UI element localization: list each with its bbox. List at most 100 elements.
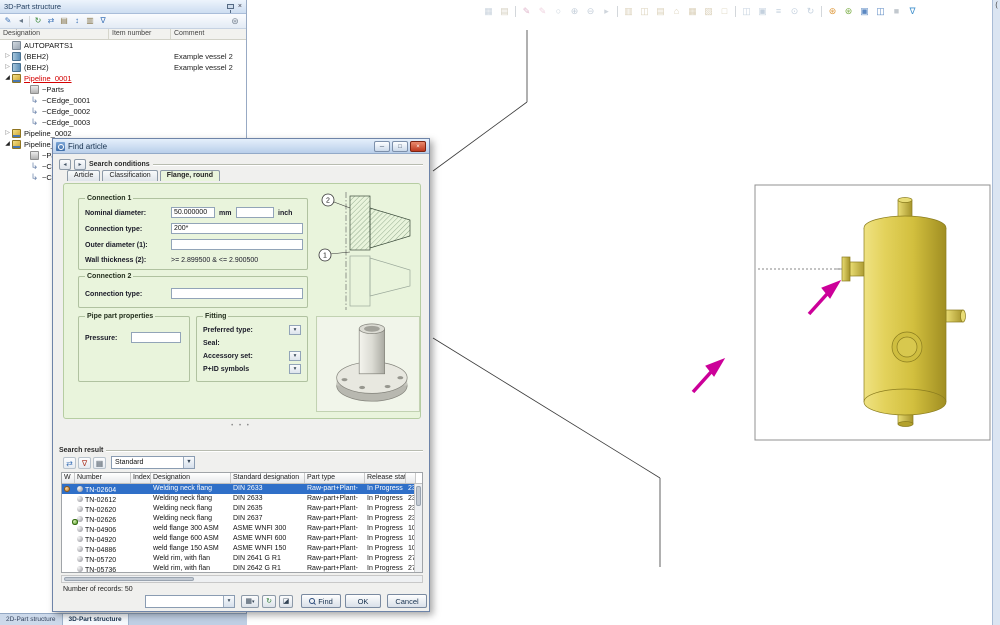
tab-3d-part-structure[interactable]: 3D-Part structure <box>63 614 129 625</box>
pressure-input[interactable] <box>131 332 181 343</box>
zoom-window-icon[interactable]: ○ <box>552 4 565 18</box>
tree-item[interactable]: ↳~CEdge_0002 <box>0 106 246 117</box>
tab-2d-part-structure[interactable]: 2D-Part structure <box>0 614 63 625</box>
tree-item[interactable]: ↳~CEdge_0001 <box>0 95 246 106</box>
refresh-button[interactable]: ↻ <box>262 595 276 608</box>
pan-icon[interactable]: ▸ <box>600 4 613 18</box>
rotate-icon[interactable]: ↻ <box>804 4 817 18</box>
draw-pen-icon[interactable]: ✎ <box>520 4 533 18</box>
list-icon[interactable]: ▤ <box>58 15 70 27</box>
cancel-button[interactable]: Cancel <box>387 594 427 608</box>
column-designation[interactable]: Designation <box>0 29 109 39</box>
scrollbar-thumb[interactable] <box>64 577 194 581</box>
snap-grid-icon[interactable]: ▦ <box>482 4 495 18</box>
result-row[interactable]: TN-05720Weld rim, with flanDIN 2641 G R1… <box>62 554 422 564</box>
zoom-out-icon[interactable]: ⊖ <box>584 4 597 18</box>
grid-icon[interactable]: ▦ <box>93 457 106 469</box>
find-article-dialog[interactable]: Find article ─ □ × ◂ ▸ Search conditions… <box>52 138 430 612</box>
window-icon[interactable]: ◫ <box>740 4 753 18</box>
edit-pen-icon[interactable]: ✎ <box>536 4 549 18</box>
expand-icon[interactable]: ▷ <box>3 62 12 73</box>
result-row[interactable]: TN-02612Welding neck flangDIN 2633Raw-pa… <box>62 494 422 504</box>
target-icon[interactable]: ⊙ <box>788 4 801 18</box>
collapse-icon[interactable]: ◢ <box>3 73 12 84</box>
chevron-down-icon[interactable]: ▾ <box>223 596 234 607</box>
standard-combo[interactable]: Standard ▼ <box>111 456 195 469</box>
column-header[interactable]: Number <box>75 473 131 483</box>
result-row[interactable]: TN-05736Weld rim, with flanDIN 2642 G R1… <box>62 564 422 573</box>
tab-article[interactable]: Article <box>67 170 100 181</box>
sheet-icon[interactable]: ▤ <box>498 4 511 18</box>
panel-titlebar[interactable]: 3D-Part structure × <box>0 0 246 14</box>
result-row[interactable]: TN-02604Welding neck flangDIN 2633Raw-pa… <box>62 484 422 494</box>
filter-funnel-icon[interactable]: ∇ <box>906 4 919 18</box>
pipeline-edge[interactable] <box>433 30 660 567</box>
filter-icon[interactable]: ∇ <box>78 457 91 469</box>
preferred-type-dropdown[interactable]: ▾ <box>289 325 301 335</box>
find-button[interactable]: Find <box>301 594 341 608</box>
back-icon[interactable]: ◂ <box>15 15 27 27</box>
catalog-icon[interactable]: ▥ <box>622 4 635 18</box>
sort-icon[interactable]: ↕ <box>71 15 83 27</box>
expand-icon[interactable]: ▷ <box>3 128 12 139</box>
hatch-icon[interactable]: ▧ <box>702 4 715 18</box>
panel-light-icon[interactable]: ◫ <box>874 4 887 18</box>
tree-item[interactable]: ▷(BEH2)Example vessel 2 <box>0 51 246 62</box>
columns-icon[interactable]: ▥ <box>84 15 96 27</box>
pid-symbols-dropdown[interactable]: ▾ <box>289 364 301 374</box>
splitter-grip[interactable]: • • • <box>53 423 429 429</box>
next-condition-button[interactable]: ▸ <box>74 159 86 170</box>
favorites-combo[interactable]: ▾ <box>145 595 235 608</box>
stop-gray-icon[interactable]: ■ <box>890 4 903 18</box>
result-row[interactable]: TN-04886weld flange 150 ASMASME WNFI 150… <box>62 544 422 554</box>
close-button[interactable]: × <box>410 141 426 152</box>
outer-diameter-input[interactable] <box>171 239 303 250</box>
gear-green-icon[interactable]: ⊛ <box>842 4 855 18</box>
sync-icon[interactable]: ⇄ <box>63 457 76 469</box>
connection2-type-input[interactable] <box>171 288 303 299</box>
home-icon[interactable]: ⌂ <box>670 4 683 18</box>
edit-pen-icon[interactable]: ✎ <box>2 15 14 27</box>
connection-type-input[interactable] <box>171 223 303 234</box>
minimize-button[interactable]: ─ <box>374 141 390 152</box>
column-header[interactable]: Standard designation <box>231 473 305 483</box>
panel-blue-icon[interactable]: ▣ <box>858 4 871 18</box>
column-header[interactable]: Part type <box>305 473 365 483</box>
sync-icon[interactable]: ⇄ <box>45 15 57 27</box>
result-row[interactable]: TN-04920weld flange 600 ASMASME WNFI 600… <box>62 534 422 544</box>
nominal-diameter-inch-input[interactable] <box>236 207 274 218</box>
result-row[interactable]: TN-02620Welding neck flangDIN 2635Raw-pa… <box>62 504 422 514</box>
dialog-titlebar[interactable]: Find article ─ □ × <box>53 139 429 154</box>
table-icon[interactable]: ▦ <box>686 4 699 18</box>
scrollbar-thumb[interactable] <box>416 486 421 506</box>
gear-orange-icon[interactable]: ⊛ <box>826 4 839 18</box>
partslist-icon[interactable]: ▤ <box>654 4 667 18</box>
column-comment[interactable]: Comment <box>171 29 246 39</box>
pin-icon[interactable] <box>227 4 234 9</box>
nominal-diameter-mm-input[interactable] <box>171 207 215 218</box>
accessory-set-dropdown[interactable]: ▾ <box>289 351 301 361</box>
list-icon[interactable]: ≡ <box>772 4 785 18</box>
refresh-icon[interactable]: ↻ <box>32 15 44 27</box>
tree-item[interactable]: ▷(BEH2)Example vessel 2 <box>0 62 246 73</box>
prev-condition-button[interactable]: ◂ <box>59 159 71 170</box>
vertical-scrollbar[interactable] <box>414 484 422 572</box>
tree-item[interactable]: ~Parts <box>0 84 246 95</box>
chevron-down-icon[interactable]: ▼ <box>183 457 194 468</box>
zoom-in-icon[interactable]: ⊕ <box>568 4 581 18</box>
column-item-number[interactable]: Item number <box>109 29 171 39</box>
column-header[interactable]: Index <box>131 473 151 483</box>
tab-classification[interactable]: Classification <box>102 170 157 181</box>
column-header[interactable]: Designation <box>151 473 231 483</box>
column-header[interactable]: Release status <box>365 473 406 483</box>
column-header[interactable] <box>406 473 416 483</box>
vessel-flange-stub[interactable] <box>850 262 866 276</box>
expand-icon[interactable]: ▷ <box>3 51 12 62</box>
ok-button[interactable]: OK <box>345 594 381 608</box>
horizontal-scrollbar[interactable] <box>61 575 423 583</box>
close-icon[interactable]: × <box>238 2 242 12</box>
gear-icon[interactable]: ⊛ <box>229 15 241 27</box>
tree-item[interactable]: AUTOPARTS1 <box>0 40 246 51</box>
frame-icon[interactable]: □ <box>718 4 731 18</box>
options-split-button[interactable]: ▦▾ <box>241 595 259 608</box>
